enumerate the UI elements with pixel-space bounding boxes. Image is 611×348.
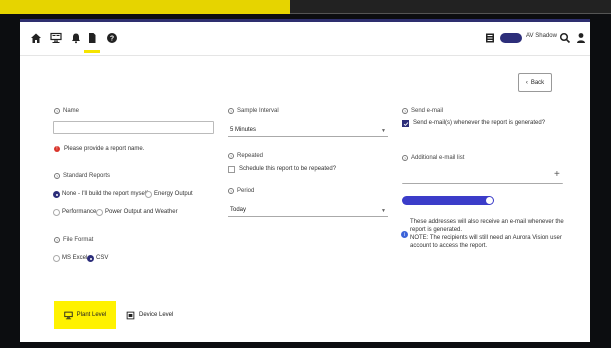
radio-energy-output[interactable] <box>145 191 152 198</box>
background-dark-panel <box>290 0 611 14</box>
radio-power-output-weather[interactable] <box>96 209 103 216</box>
sample-interval-label: ? Sample Interval <box>228 108 279 114</box>
shadow-label: AV Shadow <box>526 33 557 39</box>
help-circle-icon: ? <box>402 108 408 114</box>
radio-ms-excel-label: MS Excel <box>62 255 88 261</box>
radio-csv[interactable] <box>87 255 94 262</box>
help-circle-icon: ? <box>228 188 234 194</box>
repeat-checkbox-label: Schedule this report to be repeated? <box>239 166 337 172</box>
background-yellow-glow <box>0 0 300 14</box>
top-navbar: ? AV Shadow <box>20 22 590 56</box>
send-email-label: ? Send e-mail <box>402 108 444 114</box>
sample-interval-select[interactable]: 5 Minutes ▼ <box>228 123 388 137</box>
repeated-label: ? Repeated <box>228 153 264 159</box>
dashboard-icon <box>63 311 73 319</box>
back-button-label: Back <box>530 79 545 86</box>
report-builder-window: ? AV Shadow ‹ Back ? Name ! Please provi… <box>20 19 590 342</box>
error-icon: ! <box>54 146 60 152</box>
radio-performance-label: Performance <box>62 209 97 215</box>
chevron-down-icon: ▼ <box>381 128 386 134</box>
user-icon[interactable] <box>573 30 589 46</box>
additional-email-input[interactable] <box>402 167 563 184</box>
additional-email-label: ? Additional e-mail list <box>402 155 465 161</box>
bell-icon[interactable] <box>68 30 84 46</box>
radio-power-output-weather-label: Power Output and Weather <box>105 209 178 215</box>
info-icon: i <box>401 231 408 238</box>
additional-email-info: These addresses will also receive an e-m… <box>410 219 564 249</box>
file-format-label: ? File Format <box>54 237 94 243</box>
back-button[interactable]: ‹ Back <box>518 73 552 92</box>
dashboard-icon[interactable] <box>48 30 64 46</box>
repeat-checkbox[interactable] <box>228 166 235 173</box>
period-label: ? Period <box>228 188 255 194</box>
radio-none[interactable] <box>53 191 60 198</box>
radio-ms-excel[interactable] <box>53 255 60 262</box>
home-icon[interactable] <box>28 30 44 46</box>
help-circle-icon: ? <box>54 237 60 243</box>
tab-plant-level-label: Plant Level <box>76 312 107 318</box>
send-email-checkbox-label: Send e-mail(s) whenever the report is ge… <box>413 120 546 126</box>
radio-none-label: None - I'll build the report myself. <box>62 191 150 197</box>
sample-interval-value: 5 Minutes <box>230 127 257 133</box>
search-icon[interactable] <box>557 30 573 46</box>
email-list-toggle[interactable] <box>402 196 494 205</box>
help-circle-icon: ? <box>228 108 234 114</box>
shadow-toggle[interactable] <box>500 33 522 43</box>
device-icon[interactable] <box>482 30 498 46</box>
radio-energy-output-label: Energy Output <box>154 191 193 197</box>
help-circle-icon: ? <box>54 108 60 114</box>
add-email-button[interactable]: + <box>554 169 560 180</box>
help-icon[interactable]: ? <box>104 30 120 46</box>
name-error-message: Please provide a report name. <box>64 146 145 152</box>
tab-device-level-label: Device Level <box>139 312 174 318</box>
help-circle-icon: ? <box>228 153 234 159</box>
period-select[interactable]: Today ▼ <box>228 203 388 217</box>
period-value: Today <box>230 207 247 213</box>
toggle-knob <box>486 197 493 204</box>
svg-text:?: ? <box>110 36 114 43</box>
help-circle-icon: ? <box>54 173 60 179</box>
tab-device-level[interactable]: Device Level <box>124 301 196 329</box>
chevron-down-icon: ▼ <box>381 208 386 214</box>
document-icon[interactable] <box>84 30 100 46</box>
chevron-left-icon: ‹ <box>525 79 528 86</box>
radio-performance[interactable] <box>53 209 60 216</box>
send-email-checkbox[interactable] <box>402 120 409 127</box>
device-icon <box>126 311 135 319</box>
report-name-input[interactable] <box>53 121 214 134</box>
radio-csv-label: CSV <box>96 255 109 261</box>
standard-reports-label: ? Standard Reports <box>54 173 111 179</box>
help-circle-icon: ? <box>402 155 408 161</box>
tab-plant-level[interactable]: Plant Level <box>54 301 116 329</box>
name-label: ? Name <box>54 108 80 114</box>
